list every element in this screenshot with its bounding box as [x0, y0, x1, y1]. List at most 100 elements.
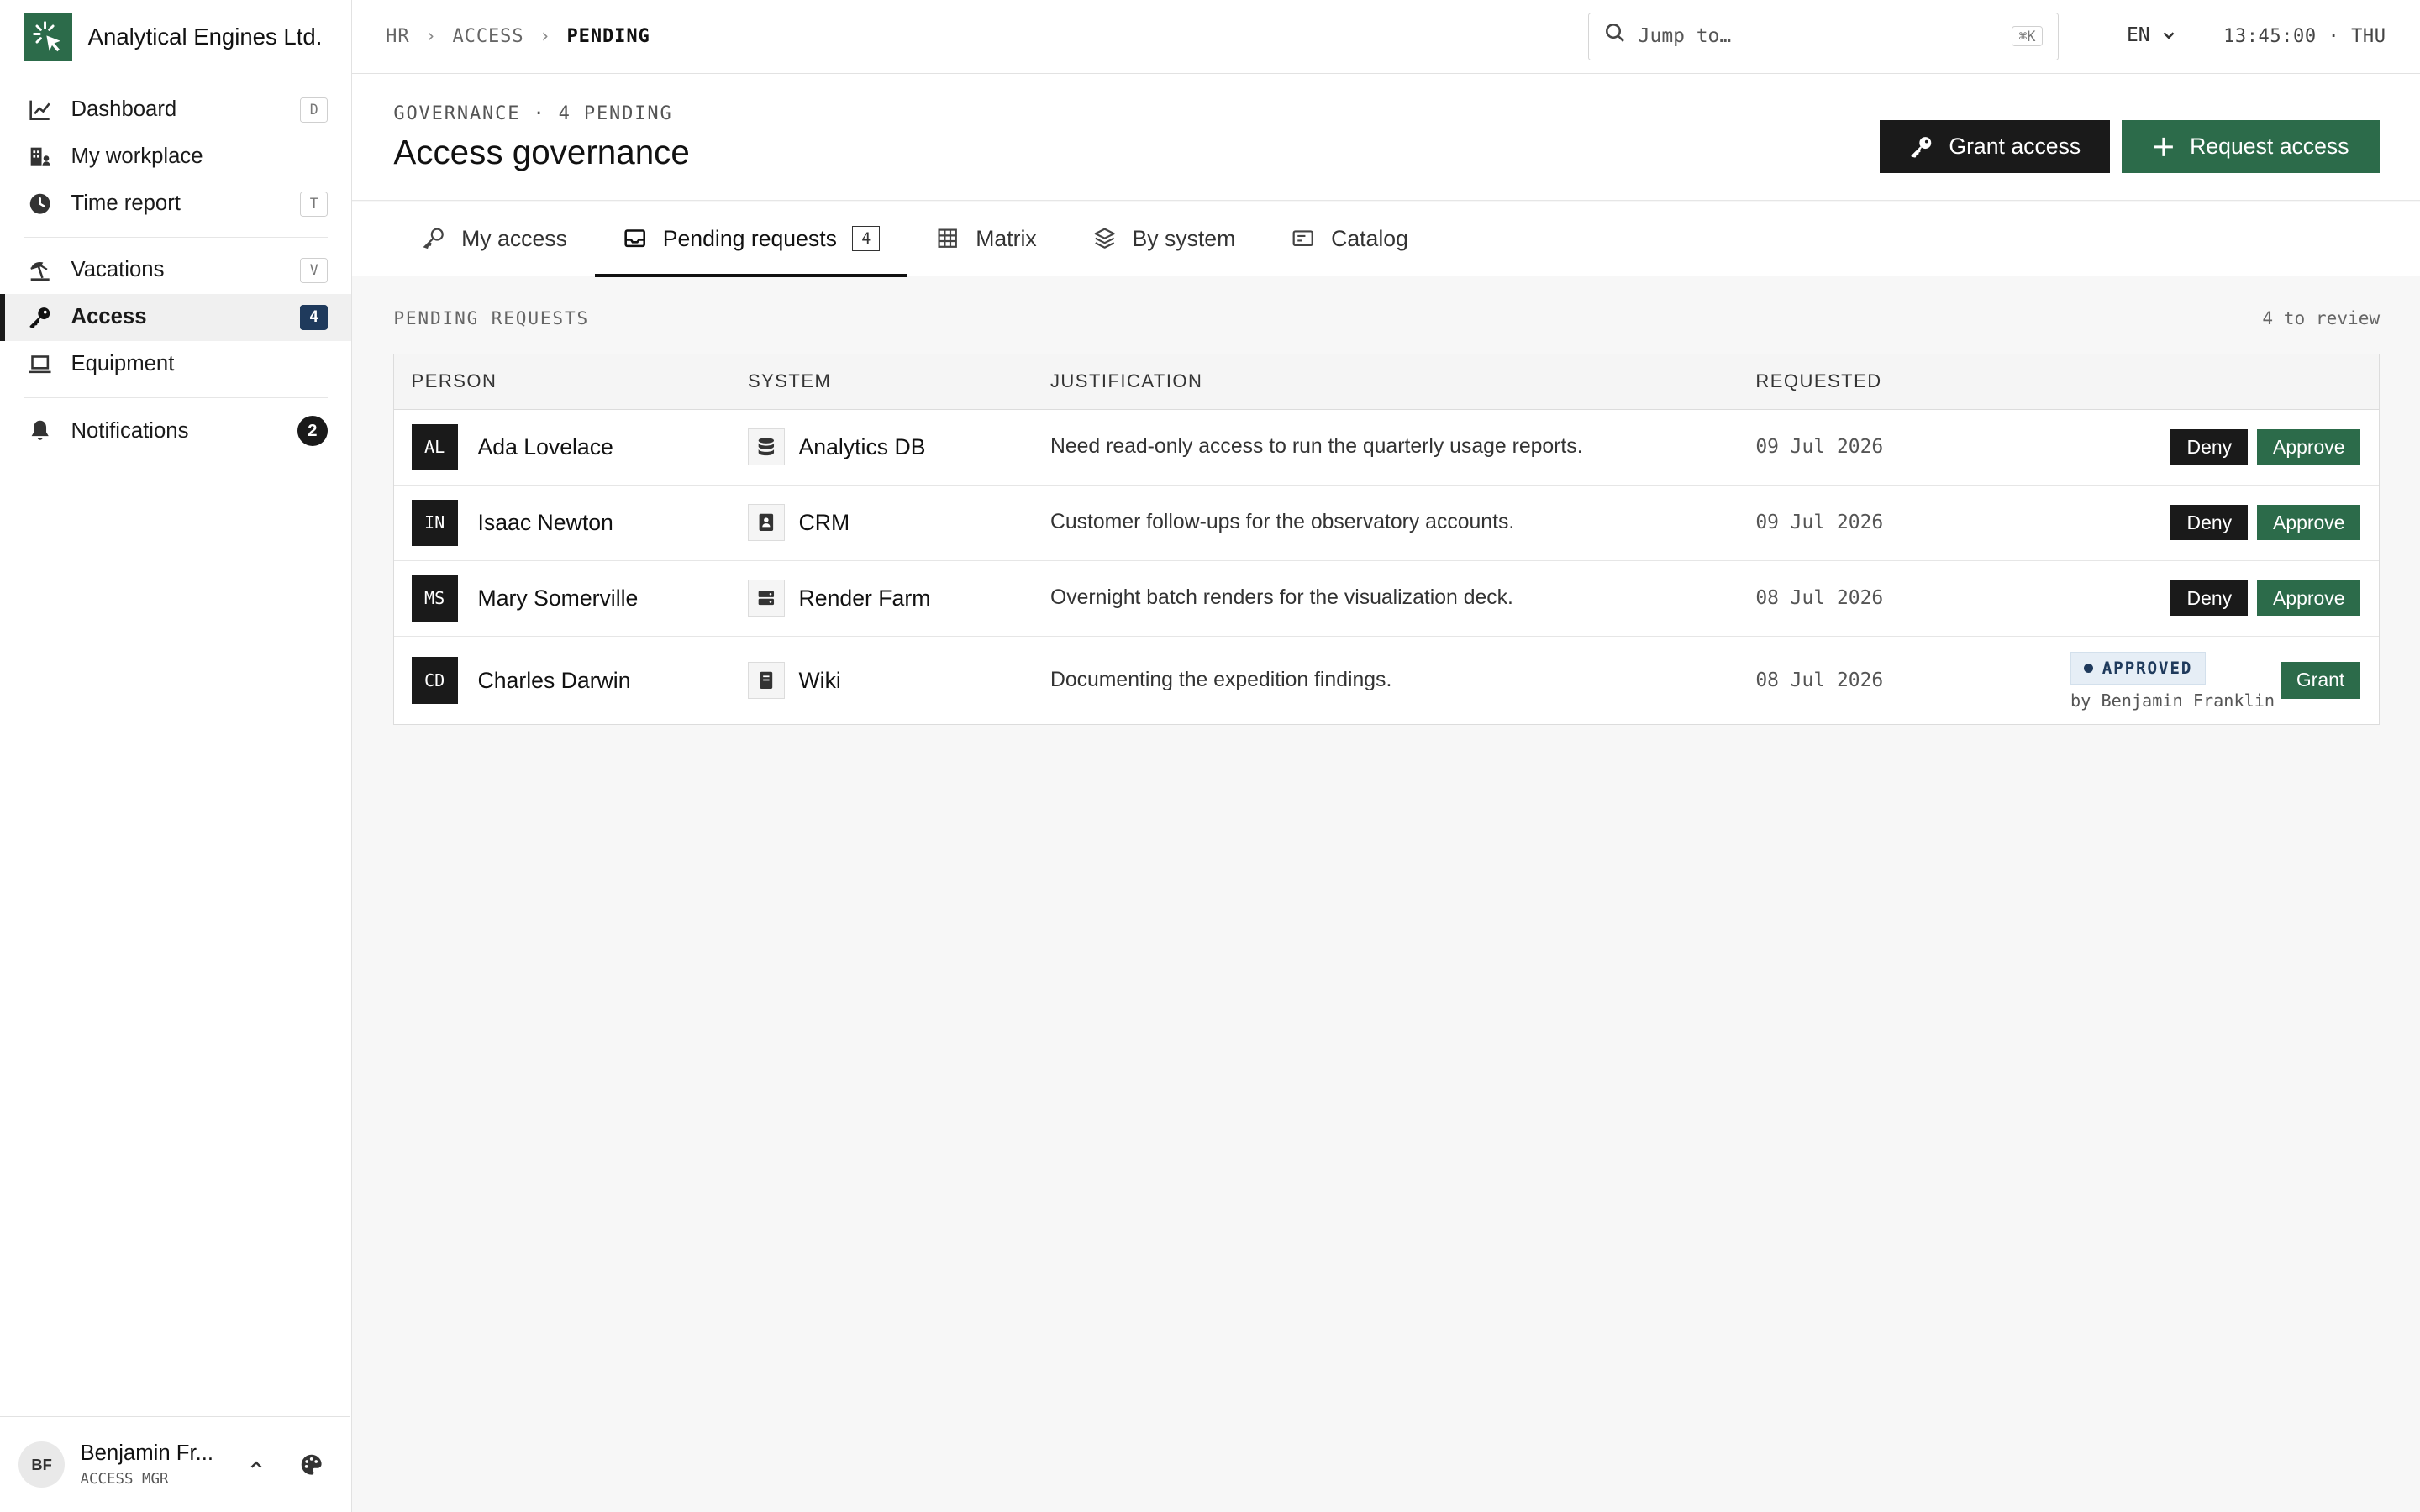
chevron-up-icon[interactable] [239, 1447, 273, 1481]
system-name: CRM [798, 509, 850, 535]
pending-count-badge: 4 [852, 226, 881, 251]
table-header: PERSON SYSTEM JUSTIFICATION REQUESTED [394, 354, 2380, 410]
deny-button[interactable]: Deny [2170, 505, 2249, 541]
avatar: AL [411, 423, 458, 470]
sidebar-item-time-report[interactable]: Time report T [0, 181, 351, 228]
language-value: EN [2126, 24, 2150, 47]
approved-by-text: by Benjamin Franklin [2070, 690, 2275, 711]
sidebar-item-vacations[interactable]: Vacations V [0, 247, 351, 294]
shortcut-hint: T [300, 192, 329, 217]
shortcut-hint: V [300, 258, 329, 283]
contact-card-icon [747, 504, 786, 542]
breadcrumb-access[interactable]: ACCESS [452, 26, 523, 47]
person-name: Isaac Newton [477, 509, 613, 535]
laptop-icon [28, 352, 52, 376]
sidebar-item-label: Vacations [71, 258, 165, 282]
building-icon [28, 144, 52, 169]
user-menu[interactable]: BF Benjamin Fr... ACCESS MGR [0, 1416, 350, 1512]
sidebar-item-label: Access [71, 305, 147, 329]
request-access-button[interactable]: Request access [2122, 120, 2381, 173]
brand-logo-icon [23, 12, 73, 62]
user-role: ACCESS MGR [80, 1470, 169, 1488]
brand[interactable]: Analytical Engines Ltd. [0, 0, 351, 74]
breadcrumb-hr[interactable]: HR [386, 26, 409, 47]
language-select[interactable]: EN [2127, 24, 2178, 46]
table-row[interactable]: AL Ada Lovelace Analytics DB Need read-o… [394, 410, 2380, 486]
search-shortcut-hint: ⌘K [2012, 25, 2043, 47]
request-access-label: Request access [2190, 133, 2349, 159]
system-name: Render Farm [798, 585, 931, 611]
layers-icon [1094, 228, 1115, 249]
sidebar-item-my-workplace[interactable]: My workplace [0, 134, 351, 181]
sidebar-item-label: Equipment [71, 352, 175, 376]
column-header-system[interactable]: SYSTEM [748, 370, 831, 392]
tab-pending-requests[interactable]: Pending requests 4 [594, 202, 908, 278]
tab-label: Pending requests [662, 225, 837, 251]
grant-access-button[interactable]: Grant access [1880, 120, 2110, 173]
sidebar-item-label: My workplace [71, 144, 203, 169]
sidebar-item-equipment[interactable]: Equipment [0, 341, 351, 388]
avatar: CD [411, 657, 458, 704]
topbar: HR › ACCESS › PENDING ⌘K EN 13:45:00 · T… [351, 0, 2420, 75]
breadcrumb-separator: › [539, 26, 552, 48]
umbrella-beach-icon [28, 258, 52, 282]
search-icon [1604, 22, 1626, 50]
tab-catalog[interactable]: Catalog [1263, 202, 1436, 276]
grant-access-label: Grant access [1949, 133, 2081, 159]
page-title: Access governance [393, 132, 690, 171]
status-dot-icon [2083, 663, 2093, 673]
tab-label: Catalog [1331, 225, 1408, 251]
system-name: Analytics DB [798, 433, 926, 459]
person-name: Ada Lovelace [477, 433, 613, 459]
breadcrumb-separator: › [424, 26, 438, 48]
clock: 13:45:00 · THU [2223, 26, 2386, 48]
tab-matrix[interactable]: Matrix [908, 202, 1064, 276]
palette-icon[interactable] [295, 1447, 329, 1481]
key-icon [28, 305, 52, 329]
justification-text: Need read-only access to run the quarter… [1050, 435, 1583, 459]
deny-button[interactable]: Deny [2170, 429, 2249, 465]
grid-icon [938, 228, 958, 249]
page-eyebrow: GOVERNANCE · 4 PENDING [393, 103, 673, 125]
approve-button[interactable]: Approve [2257, 580, 2361, 617]
grant-button[interactable]: Grant [2280, 661, 2361, 700]
status-badge: APPROVED [2070, 652, 2206, 685]
column-header-person[interactable]: PERSON [412, 370, 497, 392]
system-name: Wiki [798, 667, 841, 693]
column-header-justification[interactable]: JUSTIFICATION [1050, 370, 1202, 392]
sidebar-item-label: Notifications [71, 418, 189, 443]
column-header-requested[interactable]: REQUESTED [1755, 370, 1881, 392]
approve-button[interactable]: Approve [2257, 505, 2361, 541]
nav-group-alerts: Notifications 2 [23, 396, 329, 464]
notifications-count-badge: 2 [297, 415, 329, 447]
justification-text: Customer follow-ups for the observatory … [1050, 511, 1515, 534]
justification-text: Overnight batch renders for the visualiz… [1050, 586, 1513, 610]
bell-icon [28, 418, 52, 443]
table-row[interactable]: CD Charles Darwin Wiki Documenting the e… [394, 637, 2379, 725]
status-text: APPROVED [2102, 658, 2193, 678]
sidebar-item-dashboard[interactable]: Dashboard D [0, 87, 351, 134]
shortcut-hint: D [300, 97, 329, 123]
key-outline-icon [423, 228, 445, 249]
table-row[interactable]: IN Isaac Newton CRM Customer follow-ups … [394, 486, 2380, 561]
database-icon [747, 428, 786, 466]
sidebar-item-access[interactable]: Access 4 [0, 293, 351, 342]
table-row[interactable]: MS Mary Somerville Render Farm Overnight… [394, 561, 2380, 637]
search-box[interactable]: ⌘K [1587, 12, 2060, 60]
chevron-down-icon [2163, 32, 2175, 39]
sidebar-item-notifications[interactable]: Notifications 2 [0, 407, 351, 454]
tab-by-system[interactable]: By system [1065, 202, 1264, 276]
search-input[interactable] [1638, 25, 2012, 48]
requested-date: 09 Jul 2026 [1755, 436, 1884, 459]
deny-button[interactable]: Deny [2170, 580, 2249, 617]
avatar: IN [411, 499, 458, 546]
review-count: 4 to review [2262, 307, 2381, 328]
key-icon [1911, 136, 1931, 158]
approve-button[interactable]: Approve [2257, 429, 2361, 465]
tab-label: My access [461, 225, 567, 251]
tab-my-access[interactable]: My access [393, 202, 595, 276]
person-name: Mary Somerville [477, 585, 639, 611]
inbox-icon [624, 229, 645, 248]
sidebar-item-label: Dashboard [71, 97, 177, 122]
brand-name: Analytical Engines Ltd. [87, 24, 323, 50]
